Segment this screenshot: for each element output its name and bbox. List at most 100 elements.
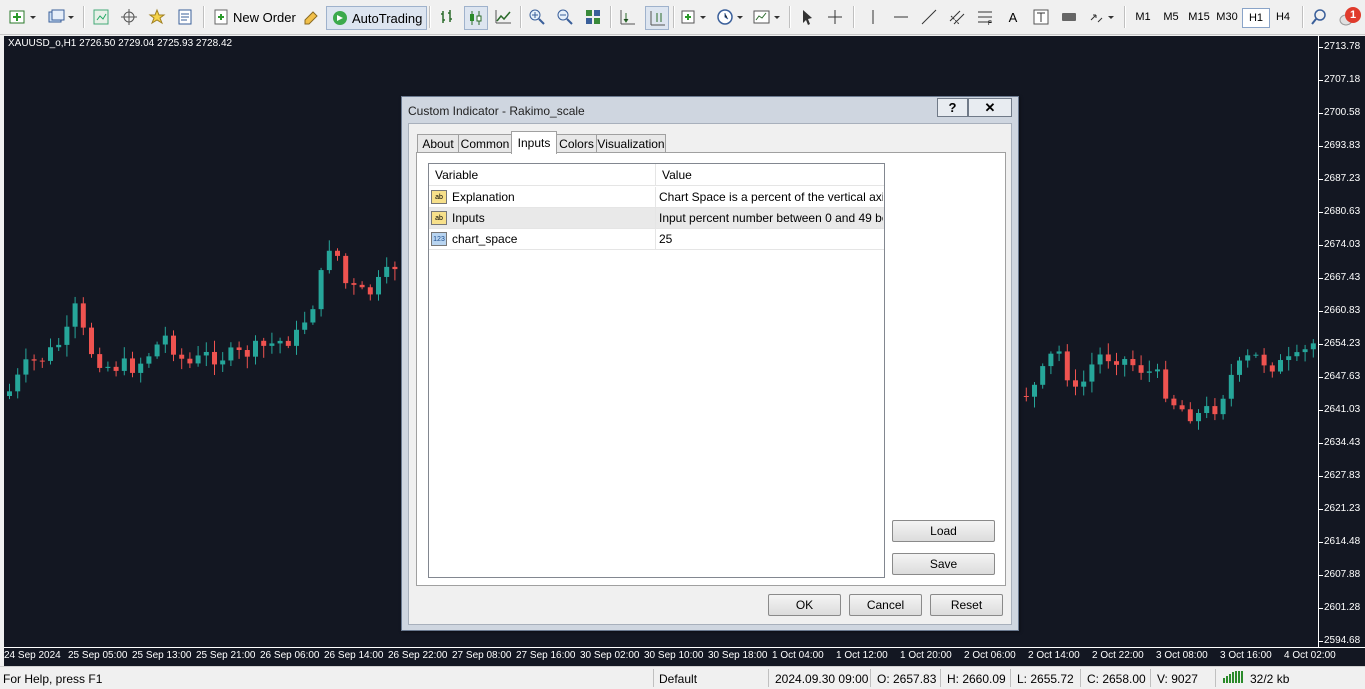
templates-button[interactable]: [752, 6, 782, 28]
zoom-out-button[interactable]: [555, 6, 575, 28]
table-row[interactable]: ab Explanation Chart Space is a percent …: [429, 187, 884, 208]
candlestick-button[interactable]: [464, 6, 488, 30]
cursor-button[interactable]: [797, 6, 817, 28]
search-button[interactable]: [1309, 6, 1329, 28]
new-chart-button[interactable]: [8, 6, 38, 28]
variable-value[interactable]: 25: [659, 229, 883, 249]
price-axis[interactable]: 2713.78 2707.18 2700.58 2693.83 2687.23 2680.…: [1318, 36, 1365, 647]
string-type-icon: ab: [431, 190, 447, 204]
zoom-in-button[interactable]: [527, 6, 547, 28]
price-label: 2687.23: [1324, 173, 1361, 184]
candle-body: [72, 303, 78, 327]
zoom-out-icon: [557, 9, 573, 25]
candle-body: [343, 255, 349, 284]
cursor-arrow-icon: [803, 10, 812, 25]
tile-windows-button[interactable]: [583, 6, 603, 28]
line-chart-button[interactable]: [492, 6, 514, 28]
time-axis[interactable]: 24 Sep 2024 25 Sep 05:00 25 Sep 13:00 25 Se…: [4, 647, 1365, 666]
candle-body: [179, 354, 185, 359]
table-row[interactable]: ab Inputs Input percent number between 0…: [429, 208, 884, 229]
tab-inputs[interactable]: Inputs: [511, 131, 557, 154]
price-tick: [1319, 212, 1323, 213]
time-label: 25 Sep 13:00: [132, 650, 192, 661]
horizontal-line-button[interactable]: [891, 6, 911, 28]
rectangle-button[interactable]: [1059, 6, 1079, 28]
candle-body: [253, 340, 258, 357]
candle-body: [1130, 359, 1136, 366]
equidistant-channel-button[interactable]: [947, 6, 967, 28]
autotrading-button[interactable]: AutoTrading: [326, 6, 428, 30]
text-label-button[interactable]: [1031, 6, 1051, 28]
close-button[interactable]: ✕: [968, 98, 1012, 117]
timeframe-m5[interactable]: M5: [1158, 8, 1184, 26]
market-watch-icon: [93, 9, 109, 25]
timeframe-h1[interactable]: H1: [1242, 8, 1270, 28]
timeframe-m30[interactable]: M30: [1214, 8, 1240, 26]
fibonacci-button[interactable]: F: [975, 6, 995, 28]
profiles-button[interactable]: [46, 6, 76, 28]
price-tick: [1319, 410, 1323, 411]
candle-body: [113, 366, 119, 371]
status-profile: Default: [659, 672, 698, 686]
autoscroll-button[interactable]: [617, 6, 637, 28]
timeframe-m15[interactable]: M15: [1186, 8, 1212, 26]
arrows-button[interactable]: [1087, 6, 1117, 28]
price-tick: [1319, 311, 1323, 312]
candle-body: [392, 266, 398, 270]
price-label: 2621.23: [1324, 503, 1361, 514]
new-order-button[interactable]: New Order: [212, 6, 296, 28]
time-label: 27 Sep 08:00: [452, 650, 512, 661]
status-datetime: 2024.09.30 09:00: [775, 672, 869, 686]
horizontal-line-icon: [894, 16, 908, 18]
variable-name: Explanation: [452, 190, 515, 204]
candle-body: [302, 322, 308, 330]
new-order-icon: [214, 9, 228, 25]
tab-colors[interactable]: Colors: [556, 134, 597, 153]
price-label: 2627.83: [1324, 470, 1361, 481]
candle-body: [1040, 366, 1046, 385]
candle-body: [1237, 360, 1242, 375]
price-label: 2641.03: [1324, 404, 1361, 415]
column-header-value[interactable]: Value: [656, 164, 884, 186]
candle-body: [285, 340, 291, 346]
time-label: 3 Oct 16:00: [1220, 650, 1272, 661]
chart-shift-button[interactable]: [645, 6, 669, 30]
cancel-button[interactable]: Cancel: [849, 594, 922, 616]
price-tick: [1319, 245, 1323, 246]
text-button[interactable]: A: [1003, 6, 1023, 28]
inputs-grid[interactable]: Variable Value ab Explanation Chart Spac…: [428, 163, 885, 578]
timeframe-h4[interactable]: H4: [1270, 8, 1296, 26]
tab-visualization[interactable]: Visualization: [596, 134, 666, 153]
candle-body: [89, 327, 94, 355]
load-button[interactable]: Load: [892, 520, 995, 542]
trendline-button[interactable]: [919, 6, 939, 28]
column-header-variable[interactable]: Variable: [429, 164, 656, 186]
table-row[interactable]: 123 chart_space 25: [429, 229, 884, 250]
vertical-line-button[interactable]: [863, 6, 883, 28]
tab-common[interactable]: Common: [458, 134, 512, 153]
market-watch-button[interactable]: [91, 6, 111, 28]
reset-button[interactable]: Reset: [930, 594, 1003, 616]
timeframe-m1[interactable]: M1: [1130, 8, 1156, 26]
autotrading-icon: [333, 11, 347, 25]
notifications-button[interactable]: 1: [1337, 6, 1363, 28]
indicators-button[interactable]: [680, 6, 708, 28]
candle-body: [236, 347, 242, 351]
candle-body: [326, 250, 332, 271]
navigator-button[interactable]: [147, 6, 167, 28]
save-button[interactable]: Save: [892, 553, 995, 575]
variable-value[interactable]: Input percent number between 0 and 49 be…: [659, 208, 883, 228]
variable-value[interactable]: Chart Space is a percent of the vertical…: [659, 187, 883, 207]
metaeditor-button[interactable]: [300, 6, 322, 28]
candle-body: [138, 363, 144, 373]
data-window-button[interactable]: [119, 6, 139, 28]
crosshair-button[interactable]: [825, 6, 845, 28]
candle-body: [1089, 364, 1095, 382]
help-button[interactable]: ?: [937, 98, 968, 117]
price-label: 2607.88: [1324, 569, 1361, 580]
periods-button[interactable]: [715, 6, 745, 28]
tab-about[interactable]: About: [417, 134, 459, 153]
terminal-button[interactable]: [175, 6, 195, 28]
ok-button[interactable]: OK: [768, 594, 841, 616]
bar-chart-button[interactable]: [436, 6, 458, 28]
